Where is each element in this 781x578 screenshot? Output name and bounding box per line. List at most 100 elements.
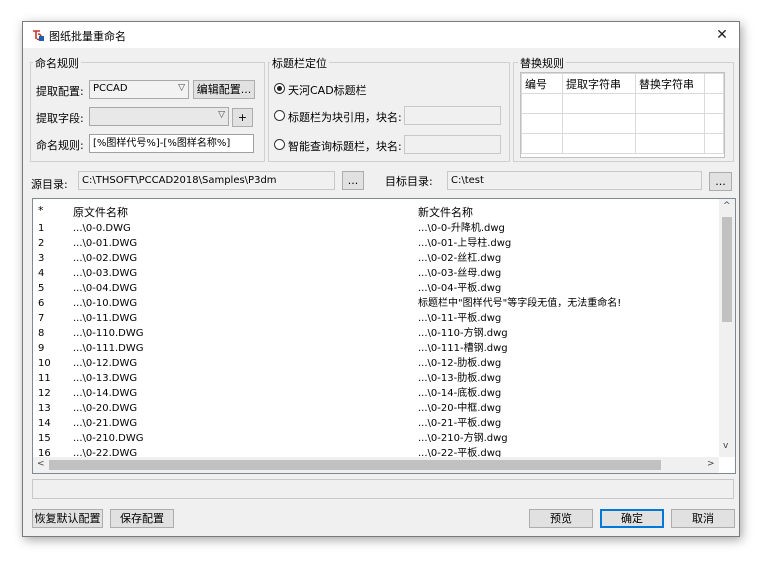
target-dir-input[interactable]: C:\test — [447, 171, 702, 190]
row-index: 2 — [38, 238, 45, 249]
target-browse-button[interactable]: ... — [709, 172, 732, 191]
scroll-right-icon[interactable]: > — [707, 459, 715, 469]
table-row[interactable]: 9 ...\0-111.DWG ...\0-111-槽钢.dwg — [33, 341, 719, 356]
row-index: 10 — [38, 358, 51, 369]
status-bar — [32, 479, 734, 499]
table-row[interactable]: 1 ...\0-0.DWG ...\0-0-升降机.dwg — [33, 221, 719, 236]
field-label: 提取字段: — [36, 112, 84, 125]
block-name-input[interactable] — [404, 106, 501, 125]
row-original-name: ...\0-10.DWG — [73, 298, 138, 309]
row-original-name: ...\0-110.DWG — [73, 328, 144, 339]
row-original-name: ...\0-04.DWG — [73, 283, 138, 294]
row-index: 13 — [38, 403, 51, 414]
horizontal-scrollbar[interactable]: < > — [33, 457, 719, 473]
row-index: 15 — [38, 433, 51, 444]
row-original-name: ...\0-0.DWG — [73, 223, 131, 234]
title-bar: 图纸批量重命名 ✕ — [23, 22, 739, 48]
replace-col-number: 编号 — [521, 73, 563, 94]
row-new-name: ...\0-01-上导柱.dwg — [418, 238, 512, 249]
scroll-down-icon[interactable]: v — [723, 441, 728, 451]
file-list[interactable]: * 原文件名称 新文件名称 1 ...\0-0.DWG ...\0-0-升降机.dw… — [32, 198, 736, 474]
row-index: 14 — [38, 418, 51, 429]
replace-empty-row — [521, 133, 724, 154]
table-row[interactable]: 11 ...\0-13.DWG ...\0-13-肋板.dwg — [33, 371, 719, 386]
table-row[interactable]: 3 ...\0-02.DWG ...\0-02-丝杠.dwg — [33, 251, 719, 266]
row-index: 12 — [38, 388, 51, 399]
row-new-name: ...\0-20-中框.dwg — [418, 403, 502, 414]
table-row[interactable]: 2 ...\0-01.DWG ...\0-01-上导柱.dwg — [33, 236, 719, 251]
radio-smart-query[interactable] — [274, 139, 285, 150]
row-original-name: ...\0-01.DWG — [73, 238, 138, 249]
row-original-name: ...\0-13.DWG — [73, 373, 138, 384]
replace-empty-row — [521, 113, 724, 134]
row-original-name: ...\0-21.DWG — [73, 418, 138, 429]
save-config-button[interactable]: 保存配置 — [110, 509, 174, 528]
row-original-name: ...\0-210.DWG — [73, 433, 144, 444]
source-browse-button[interactable]: ... — [342, 171, 364, 190]
table-row[interactable]: 6 ...\0-10.DWG 标题栏中"图样代号"等字段无值，无法重命名! — [33, 296, 719, 311]
config-select[interactable]: PCCAD ▽ — [89, 80, 189, 99]
radio-thcad-titleblock[interactable] — [274, 83, 285, 94]
scroll-left-icon[interactable]: < — [37, 459, 45, 469]
vertical-scrollbar[interactable]: ^ v — [719, 199, 735, 457]
replace-header-row: 编号 提取字符串 替换字符串 — [521, 73, 724, 94]
radio-block-reference[interactable] — [274, 110, 285, 121]
table-row[interactable]: 5 ...\0-04.DWG ...\0-04-平板.dwg — [33, 281, 719, 296]
chevron-down-icon: ▽ — [178, 83, 185, 93]
table-row[interactable]: 7 ...\0-11.DWG ...\0-11-平板.dwg — [33, 311, 719, 326]
row-new-name: ...\0-110-方钢.dwg — [418, 328, 508, 339]
smart-block-name-input[interactable] — [404, 135, 501, 154]
scroll-up-icon[interactable]: ^ — [723, 201, 731, 211]
table-row[interactable]: 15 ...\0-210.DWG ...\0-210-方钢.dwg — [33, 431, 719, 446]
row-new-name: ...\0-14-底板.dwg — [418, 388, 502, 399]
config-select-value: PCCAD — [93, 83, 128, 94]
table-row[interactable]: 4 ...\0-03.DWG ...\0-03-丝母.dwg — [33, 266, 719, 281]
replace-rule-group-label: 替换规则 — [518, 55, 566, 71]
col-original-name: 原文件名称 — [73, 206, 128, 219]
drawing-app-icon — [31, 28, 45, 42]
row-new-name: ...\0-111-槽钢.dwg — [418, 343, 508, 354]
row-new-name: ...\0-11-平板.dwg — [418, 313, 502, 324]
table-row[interactable]: 8 ...\0-110.DWG ...\0-110-方钢.dwg — [33, 326, 719, 341]
table-row[interactable]: 12 ...\0-14.DWG ...\0-14-底板.dwg — [33, 386, 719, 401]
rule-input[interactable]: [%图样代号%]-[%图样名称%] — [89, 134, 254, 153]
row-new-name: ...\0-210-方钢.dwg — [418, 433, 508, 444]
row-original-name: ...\0-11.DWG — [73, 313, 138, 324]
naming-rule-group-label: 命名规则 — [33, 55, 81, 71]
field-select[interactable]: ▽ — [89, 107, 229, 126]
table-row[interactable]: 10 ...\0-12.DWG ...\0-12-肋板.dwg — [33, 356, 719, 371]
horizontal-scroll-thumb[interactable] — [49, 460, 661, 470]
titleblock-group-label: 标题栏定位 — [270, 55, 329, 71]
row-index: 5 — [38, 283, 45, 294]
preview-button[interactable]: 预览 — [529, 509, 593, 528]
col-index: * — [38, 204, 44, 217]
row-index: 6 — [38, 298, 45, 309]
add-field-button[interactable]: + — [232, 108, 253, 127]
vertical-scroll-thumb[interactable] — [722, 217, 732, 322]
row-original-name: ...\0-03.DWG — [73, 268, 138, 279]
row-original-name: ...\0-12.DWG — [73, 358, 138, 369]
row-original-name: ...\0-14.DWG — [73, 388, 138, 399]
edit-config-button[interactable]: 编辑配置... — [193, 80, 255, 99]
rename-dialog: 图纸批量重命名 ✕ 命名规则 提取配置: PCCAD ▽ 编辑配置... 提取字… — [22, 21, 740, 537]
table-row[interactable]: 14 ...\0-21.DWG ...\0-21-平板.dwg — [33, 416, 719, 431]
source-dir-label: 源目录: — [31, 178, 68, 191]
row-index: 7 — [38, 313, 45, 324]
close-icon[interactable]: ✕ — [709, 24, 735, 46]
row-new-name: ...\0-13-肋板.dwg — [418, 373, 502, 384]
row-original-name: ...\0-02.DWG — [73, 253, 138, 264]
row-new-name: 标题栏中"图样代号"等字段无值，无法重命名! — [418, 298, 622, 309]
row-new-name: ...\0-12-肋板.dwg — [418, 358, 502, 369]
source-dir-input[interactable]: C:\THSOFT\PCCAD2018\Samples\P3dm — [78, 171, 335, 190]
window-title: 图纸批量重命名 — [49, 30, 126, 43]
cancel-button[interactable]: 取消 — [671, 509, 735, 528]
row-new-name: ...\0-03-丝母.dwg — [418, 268, 502, 279]
file-list-header: * 原文件名称 新文件名称 — [33, 199, 719, 219]
table-row[interactable]: 13 ...\0-20.DWG ...\0-20-中框.dwg — [33, 401, 719, 416]
row-new-name: ...\0-04-平板.dwg — [418, 283, 502, 294]
replace-rule-table[interactable]: 编号 提取字符串 替换字符串 — [520, 72, 725, 158]
restore-default-button[interactable]: 恢复默认配置 — [32, 509, 103, 528]
row-index: 3 — [38, 253, 45, 264]
ok-button[interactable]: 确定 — [600, 509, 664, 528]
col-new-name: 新文件名称 — [418, 206, 473, 219]
